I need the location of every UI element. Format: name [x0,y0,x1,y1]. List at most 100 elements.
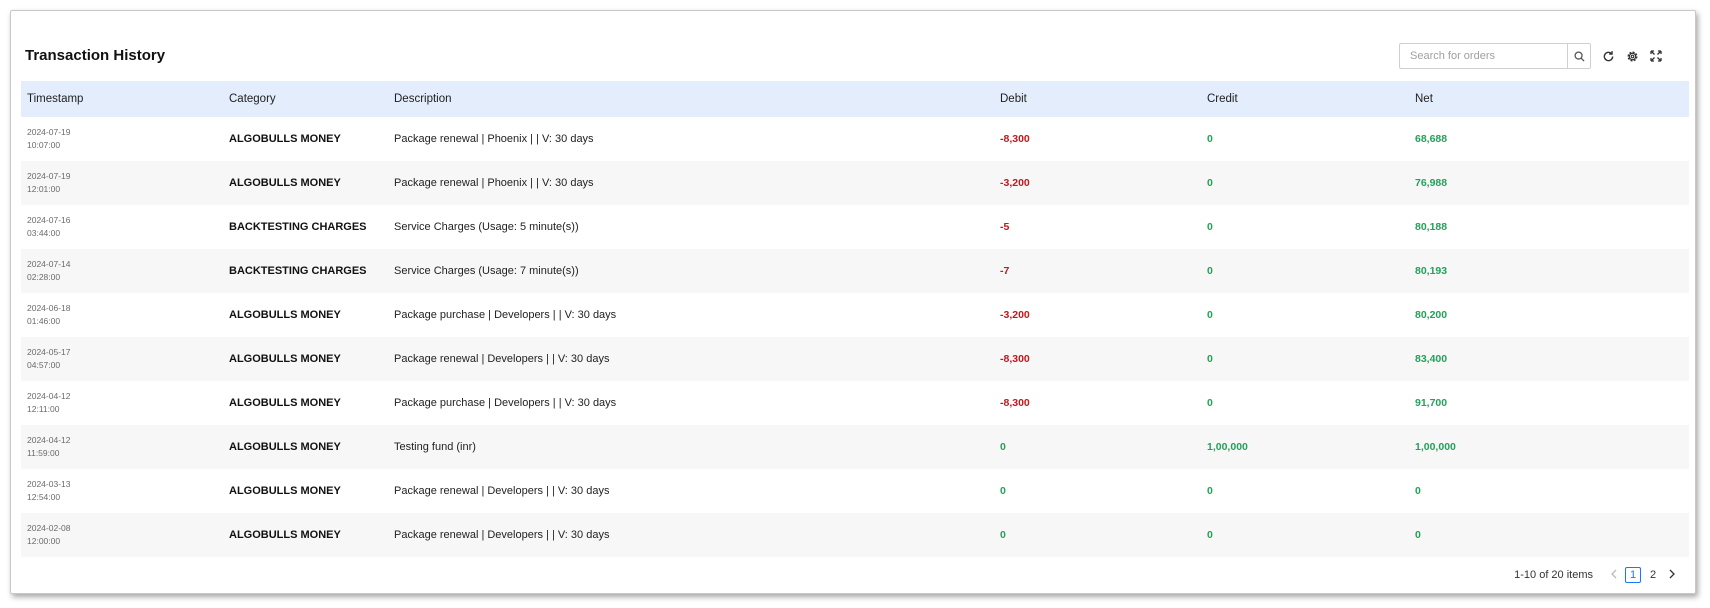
timestamp-date: 2024-03-13 [27,479,71,489]
pagination-total: 1-10 of 20 items [1514,569,1593,581]
description-cell: Package renewal | Developers | | V: 30 d… [394,485,610,497]
debit-cell: -3,200 [1000,309,1030,321]
search-button[interactable] [1567,43,1591,69]
category-cell: ALGOBULLS MONEY [229,441,341,453]
timestamp-cell: 2024-07-19 10:07:00 [21,126,229,152]
column-header-timestamp[interactable]: Timestamp [21,93,229,105]
column-header-description[interactable]: Description [394,93,1000,105]
timestamp-cell: 2024-07-14 02:28:00 [21,258,229,284]
table-row[interactable]: 2024-04-12 11:59:00 ALGOBULLS MONEY Testing… [21,425,1689,469]
credit-cell: 0 [1207,309,1213,321]
debit-cell: -8,300 [1000,397,1030,409]
timestamp-date: 2024-04-12 [27,435,71,445]
debit-cell: -8,300 [1000,353,1030,365]
settings-button[interactable] [1625,49,1639,63]
debit-cell: -5 [1000,221,1010,233]
timestamp-cell: 2024-07-19 12:01:00 [21,170,229,196]
table-toolbar [1399,43,1663,69]
description-cell: Package renewal | Developers | | V: 30 d… [394,353,610,365]
timestamp-cell: 2024-07-16 03:44:00 [21,214,229,240]
net-cell: 83,400 [1415,353,1448,365]
chevron-left-icon [1611,569,1617,578]
credit-cell: 0 [1207,133,1213,145]
net-cell: 76,988 [1415,177,1448,189]
credit-cell: 0 [1207,529,1213,541]
table-row[interactable]: 2024-06-18 01:46:00 ALGOBULLS MONEY Package… [21,293,1689,337]
timestamp-cell: 2024-05-17 04:57:00 [21,346,229,372]
timestamp-cell: 2024-04-12 12:11:00 [21,390,229,416]
timestamp-date: 2024-06-18 [27,303,71,313]
timestamp-date: 2024-04-12 [27,391,71,401]
timestamp-cell: 2024-04-12 11:59:00 [21,434,229,460]
category-cell: ALGOBULLS MONEY [229,353,341,365]
category-cell: ALGOBULLS MONEY [229,133,341,145]
next-page-button[interactable] [1665,569,1679,582]
description-cell: Package renewal | Developers | | V: 30 d… [394,529,610,541]
timestamp-cell: 2024-06-18 01:46:00 [21,302,229,328]
timestamp-date: 2024-07-19 [27,127,71,137]
timestamp-date: 2024-02-08 [27,523,71,533]
page-1-button[interactable]: 1 [1625,567,1641,583]
table-row[interactable]: 2024-07-19 12:01:00 ALGOBULLS MONEY Package… [21,161,1689,205]
table-row[interactable]: 2024-05-17 04:57:00 ALGOBULLS MONEY Package… [21,337,1689,381]
search-input[interactable] [1399,43,1567,69]
description-cell: Service Charges (Usage: 5 minute(s)) [394,221,579,233]
description-cell: Package purchase | Developers | | V: 30 … [394,397,617,409]
net-cell: 80,200 [1415,309,1448,321]
description-cell: Package renewal | Phoenix | | V: 30 days [394,177,594,189]
net-cell: 91,700 [1415,397,1448,409]
refresh-button[interactable] [1601,49,1615,63]
table-row[interactable]: 2024-02-08 12:00:00 ALGOBULLS MONEY Package… [21,513,1689,557]
timestamp-time: 03:44:00 [27,228,61,238]
category-cell: ALGOBULLS MONEY [229,529,341,541]
timestamp-time: 01:46:00 [27,316,61,326]
net-cell: 68,688 [1415,133,1448,145]
prev-page-button[interactable] [1607,569,1621,582]
debit-cell: 0 [1000,485,1006,497]
category-cell: BACKTESTING CHARGES [229,221,367,233]
description-cell: Service Charges (Usage: 7 minute(s)) [394,265,579,277]
column-header-debit[interactable]: Debit [1000,93,1207,105]
credit-cell: 0 [1207,177,1213,189]
timestamp-time: 11:59:00 [27,448,60,458]
table-row[interactable]: 2024-04-12 12:11:00 ALGOBULLS MONEY Package… [21,381,1689,425]
debit-cell: -8,300 [1000,133,1030,145]
debit-cell: 0 [1000,441,1006,453]
category-cell: ALGOBULLS MONEY [229,485,341,497]
page-2-button[interactable]: 2 [1645,567,1661,583]
table-body: 2024-07-19 10:07:00 ALGOBULLS MONEY Package… [21,117,1689,557]
transactions-table: Timestamp Category Description Debit Cre… [21,81,1689,557]
timestamp-date: 2024-05-17 [27,347,71,357]
category-cell: ALGOBULLS MONEY [229,177,341,189]
fullscreen-button[interactable] [1649,49,1663,63]
timestamp-cell: 2024-02-08 12:00:00 [21,522,229,548]
fullscreen-icon [1650,50,1662,62]
column-header-credit[interactable]: Credit [1207,93,1415,105]
credit-cell: 0 [1207,265,1213,277]
timestamp-date: 2024-07-14 [27,259,71,269]
debit-cell: -3,200 [1000,177,1030,189]
credit-cell: 0 [1207,353,1213,365]
timestamp-date: 2024-07-16 [27,215,71,225]
category-cell: ALGOBULLS MONEY [229,397,341,409]
table-row[interactable]: 2024-07-14 02:28:00 BACKTESTING CHARGES Ser… [21,249,1689,293]
table-row[interactable]: 2024-03-13 12:54:00 ALGOBULLS MONEY Package… [21,469,1689,513]
chevron-right-icon [1669,569,1675,578]
category-cell: BACKTESTING CHARGES [229,265,367,277]
net-cell: 80,188 [1415,221,1448,233]
credit-cell: 0 [1207,221,1213,233]
transaction-history-card: Transaction History Search for orders Ti… [10,10,1696,594]
pagination: 1-10 of 20 items 1 2 [1514,567,1681,583]
table-row[interactable]: 2024-07-19 10:07:00 ALGOBULLS MONEY Package… [21,117,1689,161]
description-cell: Package purchase | Developers | | V: 30 … [394,309,617,321]
timestamp-time: 12:11:00 [27,404,60,414]
column-header-category[interactable]: Category [229,93,394,105]
timestamp-time: 02:28:00 [27,272,61,282]
table-row[interactable]: 2024-07-16 03:44:00 BACKTESTING CHARGES Ser… [21,205,1689,249]
credit-cell: 1,00,000 [1207,441,1248,453]
category-cell: ALGOBULLS MONEY [229,309,341,321]
description-cell: Testing fund (inr) [394,441,476,453]
net-cell: 0 [1415,485,1421,497]
timestamp-time: 10:07:00 [27,140,61,150]
column-header-net[interactable]: Net [1415,93,1675,105]
